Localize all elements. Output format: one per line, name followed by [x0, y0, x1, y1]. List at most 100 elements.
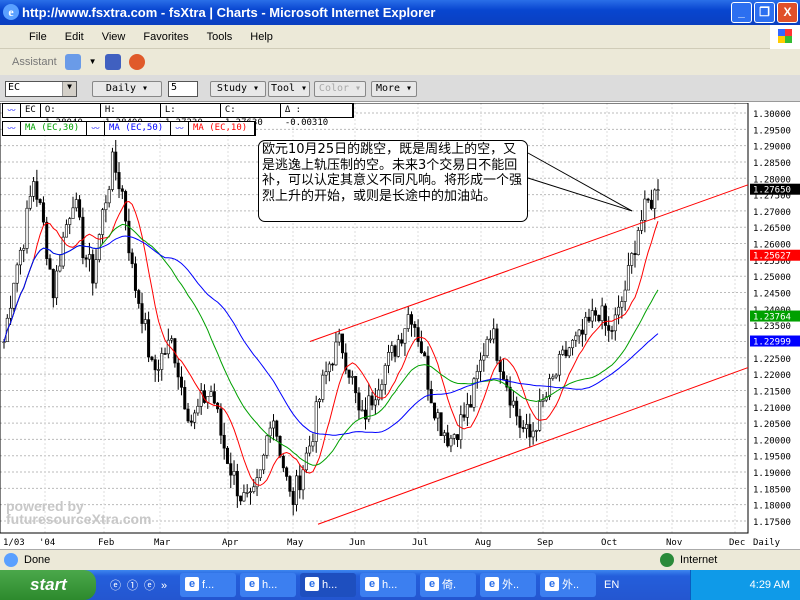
menu-file[interactable]: File [20, 31, 56, 43]
quote-open: O: 1.28040 [41, 104, 101, 128]
candle-body [183, 387, 187, 410]
security-zone: Internet [680, 554, 718, 566]
candle-body [110, 151, 114, 190]
menu-favorites[interactable]: Favorites [134, 31, 197, 43]
chevron-down-icon[interactable]: ▼ [62, 82, 76, 96]
task-button[interactable]: h... [360, 573, 416, 597]
candle-body [600, 305, 604, 322]
candle-body [193, 412, 197, 423]
price-label: 1.27650 [753, 186, 791, 196]
candle-body [521, 427, 525, 429]
chart-icon[interactable]: 〰 [171, 122, 189, 135]
x-tick-label: May [287, 538, 304, 548]
color-button: Color ▾ [314, 81, 366, 97]
task-button[interactable]: h... [300, 573, 356, 597]
candle-body [163, 353, 167, 355]
candle-body [590, 310, 594, 322]
candle-body [538, 401, 542, 431]
start-button[interactable]: start [0, 570, 96, 600]
candle-body [258, 469, 262, 479]
task-button[interactable]: 倚. [420, 573, 476, 597]
study-button[interactable]: Study ▾ [210, 81, 266, 97]
x-tick-label: Apr [222, 538, 239, 548]
menu-tools[interactable]: Tools [198, 31, 242, 43]
candle-body [643, 198, 647, 221]
menu-view[interactable]: View [93, 31, 135, 43]
candle-body [130, 252, 134, 265]
menu-edit[interactable]: Edit [56, 31, 93, 43]
candle-body [630, 253, 634, 266]
candle-body [281, 455, 285, 469]
candle-body [107, 189, 111, 204]
candle-body [528, 424, 532, 438]
candle-body [571, 339, 575, 349]
y-tick-label: 1.28500 [753, 159, 791, 169]
candle-body [176, 362, 180, 378]
candle-body [232, 471, 236, 476]
candle-body [626, 265, 630, 291]
menu-help[interactable]: Help [241, 31, 282, 43]
task-button[interactable]: 外.. [540, 573, 596, 597]
candle-body [531, 430, 535, 438]
chart-icon: 〰 [3, 104, 21, 117]
candle-body [413, 324, 417, 328]
chart-icon[interactable]: 〰 [3, 122, 21, 135]
candle-body [594, 310, 598, 316]
candle-body [28, 196, 32, 209]
quick-launch[interactable]: ⓔ①ⓔ» [96, 577, 176, 593]
more-button[interactable]: More ▾ [371, 81, 417, 97]
window-title: http://www.fsxtra.com - fsXtra | Charts … [22, 5, 436, 20]
candle-body [502, 371, 506, 380]
candle-body [656, 189, 660, 192]
tool-button[interactable]: Tool ▾ [268, 81, 310, 97]
dropdown-arrow-icon[interactable]: ▼ [89, 57, 97, 66]
y-tick-label: 1.25000 [753, 273, 791, 283]
task-button[interactable]: f... [180, 573, 236, 597]
close-button[interactable]: X [777, 2, 798, 23]
candle-body [416, 327, 420, 342]
quote-symbol: EC [21, 104, 41, 117]
study-ma10[interactable]: MA (EC,10) [189, 122, 255, 135]
task-button[interactable]: 外.. [480, 573, 536, 597]
assistant-icon[interactable] [64, 53, 81, 70]
candle-body [331, 363, 335, 366]
study-ma30[interactable]: MA (EC,30) [21, 122, 87, 135]
candle-body [15, 264, 19, 284]
quote-change: Δ : -0.00310 [281, 104, 353, 128]
price-label: 1.23764 [753, 313, 791, 323]
candle-body [117, 172, 121, 190]
candle-body [380, 384, 384, 391]
status-text: Done [24, 554, 51, 566]
candle-body [567, 347, 571, 357]
x-tick-label: 1/03 [3, 538, 25, 548]
x-tick-label: Oct [601, 538, 617, 548]
candle-body [577, 329, 581, 337]
count-input[interactable]: 5 [168, 81, 198, 97]
candle-body [597, 315, 601, 322]
candle-body [311, 441, 315, 447]
candle-body [225, 447, 229, 464]
candle-body [48, 258, 52, 270]
candle-body [548, 378, 552, 398]
language-indicator[interactable]: EN [604, 579, 619, 591]
symbol-value: EC [8, 82, 21, 93]
minimize-button[interactable]: _ [731, 2, 752, 23]
candle-body [488, 338, 492, 341]
chart-icon[interactable]: 〰 [87, 122, 105, 135]
candle-body [587, 316, 591, 322]
candle-body [294, 475, 298, 506]
y-tick-label: 1.29500 [753, 126, 791, 136]
candle-body [120, 188, 124, 192]
period-button[interactable]: Daily ▾ [92, 81, 162, 97]
maximize-button[interactable]: ❐ [754, 2, 775, 23]
x-tick-label: Jun [349, 538, 365, 548]
study-ma50[interactable]: MA (EC,50) [105, 122, 171, 135]
candle-body [124, 191, 128, 222]
task-button[interactable]: h... [240, 573, 296, 597]
eraser-icon[interactable] [104, 53, 121, 70]
symbol-input[interactable]: EC ▼ [5, 81, 77, 97]
candle-body [143, 319, 147, 324]
candle-body [426, 355, 430, 390]
popup-blocker-icon[interactable] [128, 53, 145, 70]
candle-body [403, 328, 407, 344]
